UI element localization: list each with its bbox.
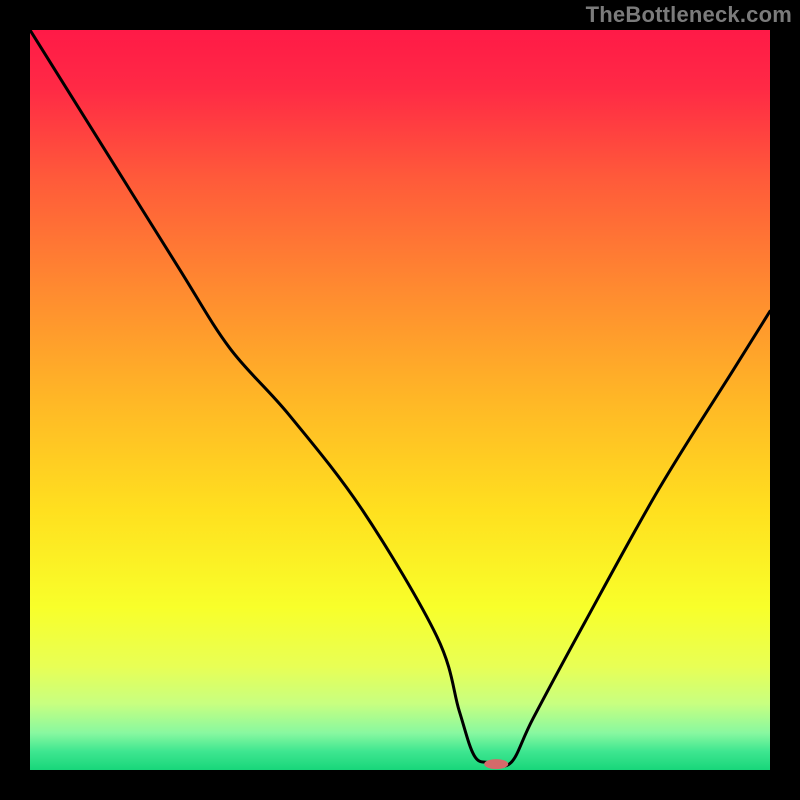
gradient-background	[30, 30, 770, 770]
chart-svg	[30, 30, 770, 770]
optimum-marker	[484, 759, 508, 769]
plot-area	[30, 30, 770, 770]
chart-frame: TheBottleneck.com	[0, 0, 800, 800]
watermark-text: TheBottleneck.com	[586, 2, 792, 28]
